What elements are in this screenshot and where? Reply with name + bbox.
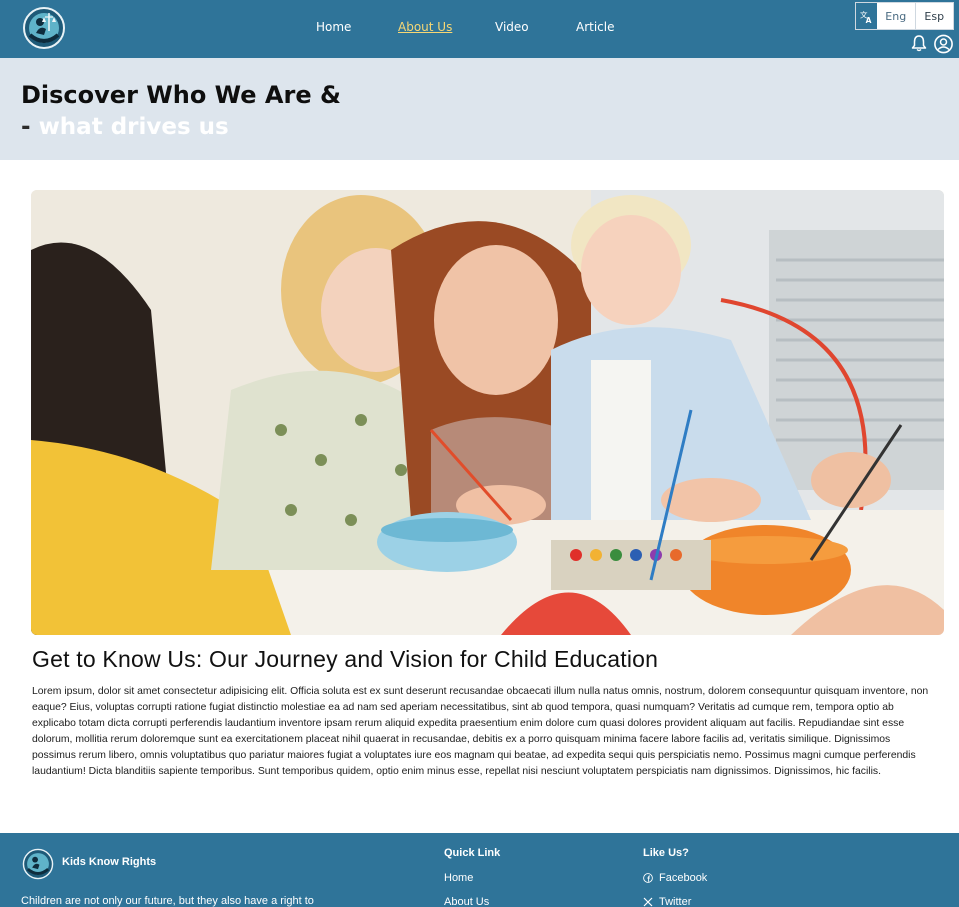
facebook-label: Facebook <box>659 872 708 884</box>
translate-icon: 文 A <box>856 3 877 29</box>
article-body: Lorem ipsum, dolor sit amet consectetur … <box>32 686 929 778</box>
nav-home[interactable]: Home <box>316 20 351 34</box>
page-title: Discover Who We Are & <box>21 81 341 109</box>
footer-link-about-us[interactable]: About Us <box>444 896 489 907</box>
footer-tagline: Children are not only our future, but th… <box>21 895 314 907</box>
footer-logo-icon[interactable] <box>22 847 54 881</box>
footer-link-twitter[interactable]: Twitter <box>643 896 691 907</box>
facebook-icon <box>643 873 653 883</box>
quick-link-heading: Quick Link <box>444 847 501 859</box>
nav-about-us[interactable]: About Us <box>398 20 452 34</box>
x-twitter-icon <box>643 897 653 907</box>
hero-photo <box>31 190 944 635</box>
top-navigation-bar: Home About Us Video Article 文 A Eng Esp <box>0 0 959 58</box>
subtitle-dash: - <box>21 114 31 140</box>
like-us-heading: Like Us? <box>643 847 689 859</box>
svg-text:A: A <box>866 16 872 24</box>
article-title: Get to Know Us: Our Journey and Vision f… <box>32 646 659 672</box>
logo-icon[interactable] <box>22 5 66 51</box>
language-option-esp[interactable]: Esp <box>914 3 954 29</box>
user-circle-icon[interactable] <box>933 34 954 54</box>
site-footer: Kids Know Rights Children are not only o… <box>0 833 959 907</box>
page-subtitle: - what drives us <box>21 114 229 140</box>
footer-brand-name: Kids Know Rights <box>62 856 157 868</box>
language-switcher: 文 A Eng Esp <box>855 2 954 30</box>
nav-article[interactable]: Article <box>576 20 615 34</box>
nav-video[interactable]: Video <box>495 20 529 34</box>
language-option-eng[interactable]: Eng <box>877 3 915 29</box>
page-hero: Discover Who We Are & - what drives us <box>0 58 959 160</box>
twitter-label: Twitter <box>659 896 692 907</box>
subtitle-text: what drives us <box>38 114 229 140</box>
footer-link-facebook[interactable]: Facebook <box>643 872 707 884</box>
bell-icon[interactable] <box>910 34 928 52</box>
footer-link-home[interactable]: Home <box>444 872 473 884</box>
